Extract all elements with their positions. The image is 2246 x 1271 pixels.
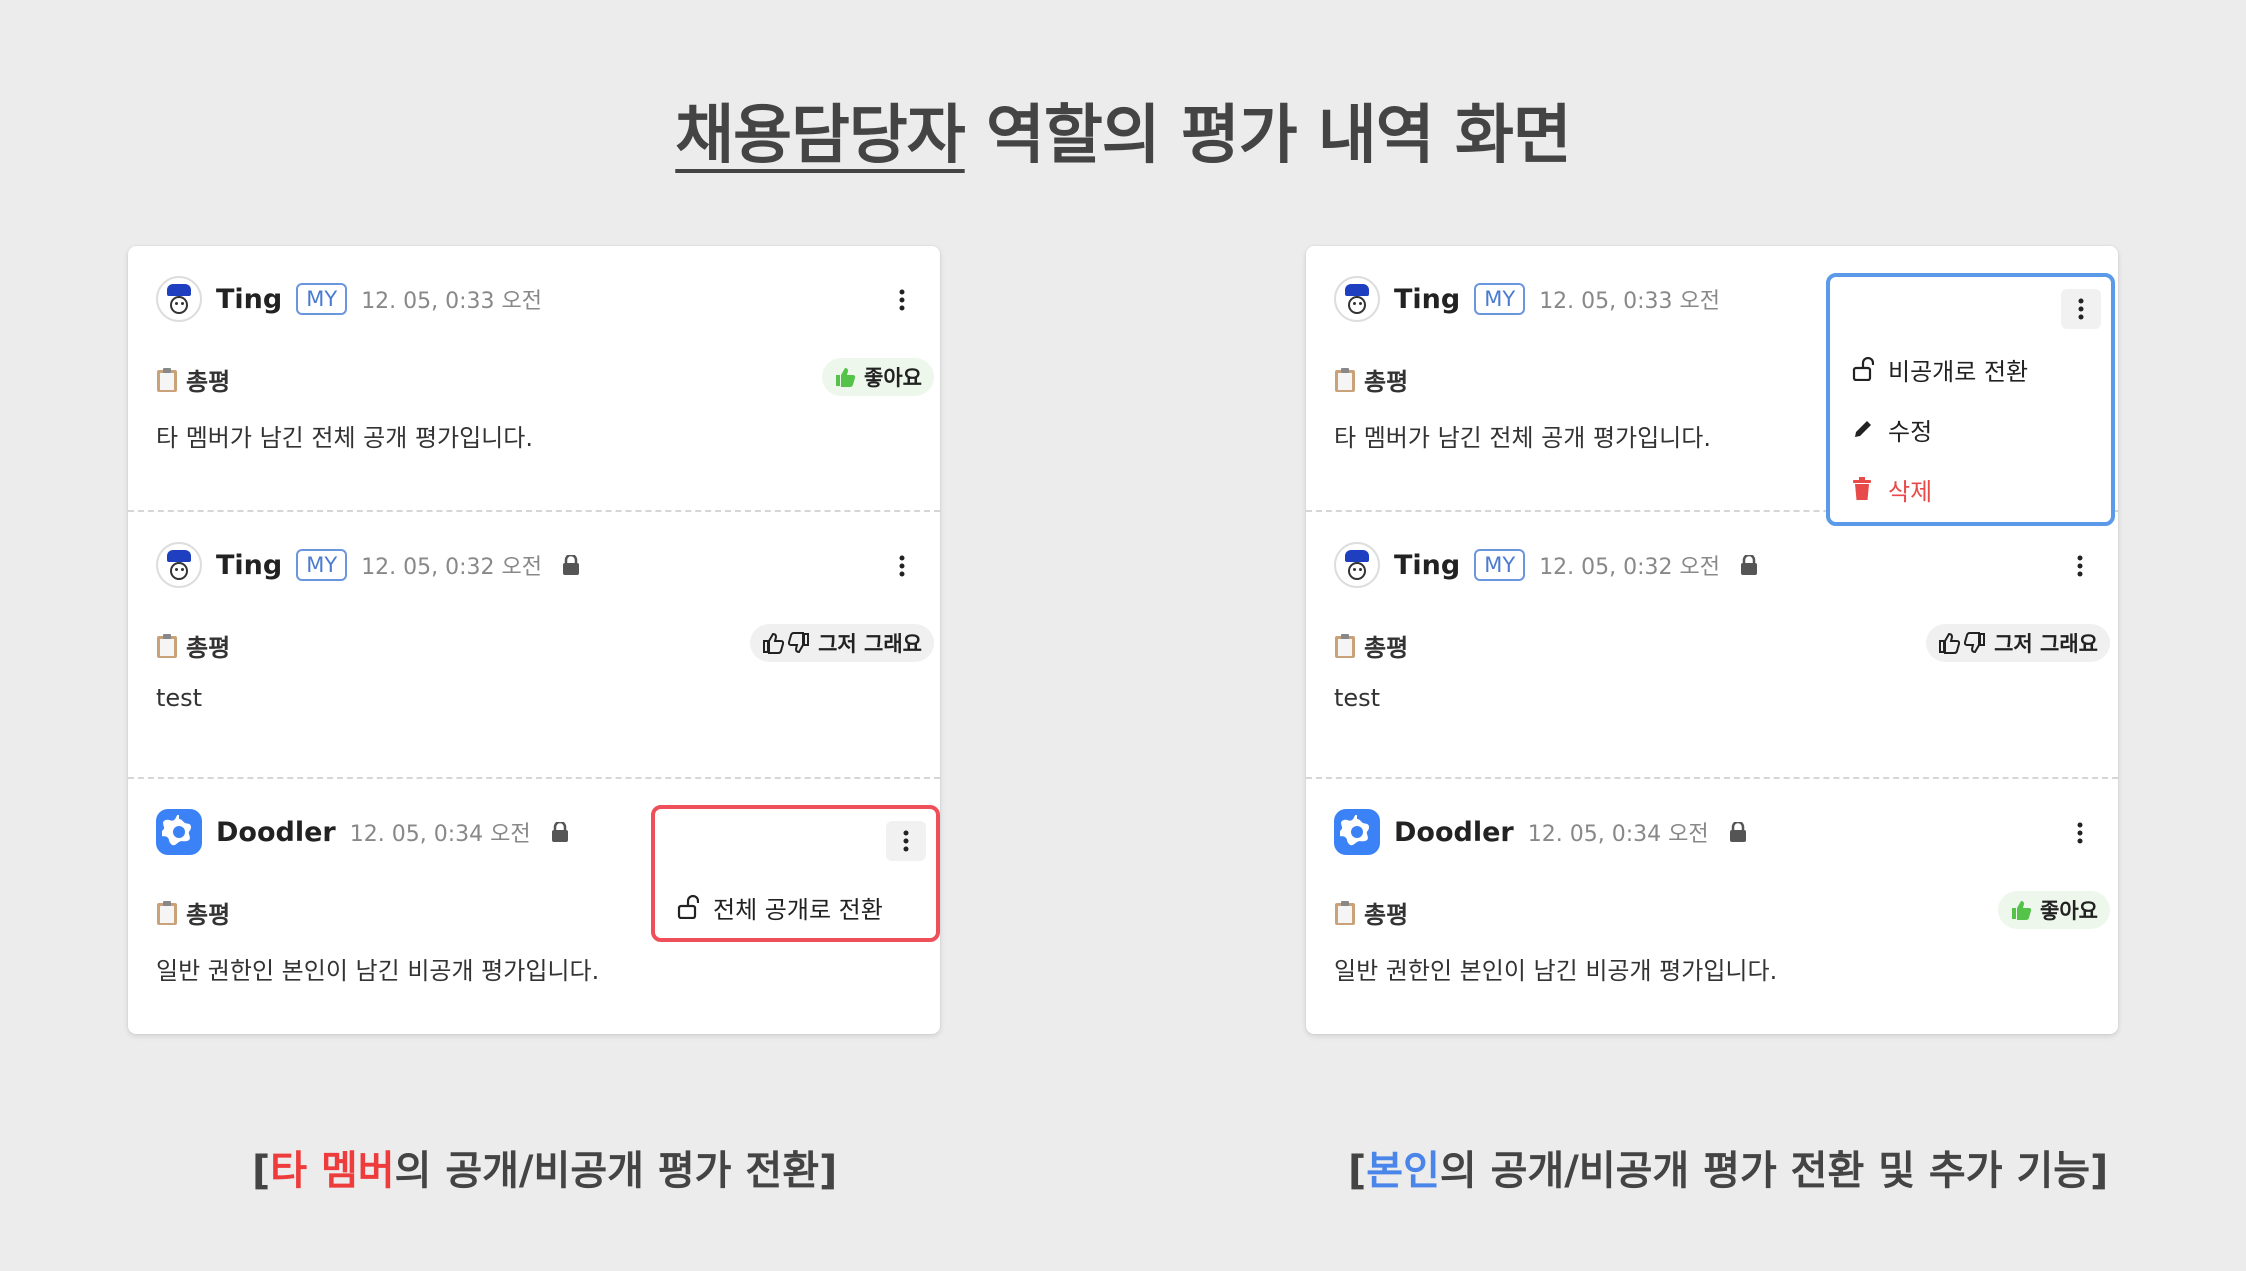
rating-pill: 좋아요: [822, 358, 934, 396]
menu-item-label: 비공개로 전환: [1888, 357, 2029, 386]
my-badge: MY: [296, 283, 348, 315]
evaluation-text: test: [156, 684, 203, 712]
timestamp: 12. 05, 0:33 오전: [1539, 289, 1721, 314]
evaluation-card: Ting MY 12. 05, 0:32 오전 총평 그저 그래요 test: [1306, 512, 2118, 778]
my-badge: MY: [1474, 549, 1526, 581]
trash-icon: [1852, 477, 1882, 501]
kebab-icon: [899, 289, 905, 311]
more-options-button[interactable]: [882, 280, 922, 320]
page-title: 채용담당자 역할의 평가 내역 화면: [0, 84, 2246, 176]
section-label: 총평: [1364, 634, 1409, 662]
rating-pill: 좋아요: [1998, 891, 2110, 929]
thumbs-up-icon: [763, 632, 785, 654]
avatar: [1334, 809, 1380, 855]
menu-item-make-private[interactable]: 비공개로 전환: [1830, 339, 2111, 399]
evaluation-card: Ting MY 12. 05, 0:33 오전 총평 좋아요 타 멤버가 남긴 …: [128, 246, 940, 512]
thumbs-up-icon: [2012, 901, 2032, 920]
section-label: 총평: [1364, 368, 1409, 396]
rating-label: 그저 그래요: [818, 632, 922, 656]
caption-text: 의 공개/비공개 평가 전환 및 추가 기능]: [1439, 1148, 2109, 1194]
clipboard-icon: [156, 900, 178, 926]
more-options-button[interactable]: [2061, 289, 2101, 329]
page-title-underlined: 채용담당자: [675, 99, 965, 173]
more-options-button[interactable]: [882, 546, 922, 586]
kebab-icon: [903, 830, 909, 852]
left-caption: [타 멤버의 공개/비공개 평가 전환]: [252, 1138, 837, 1196]
thumbs-down-icon: [1964, 632, 1986, 654]
author-name: Doodler: [1394, 816, 1514, 848]
author-name: Ting: [1394, 549, 1461, 581]
clipboard-icon: [1334, 900, 1356, 926]
more-options-button[interactable]: [2060, 546, 2100, 586]
rating-pill: 그저 그래요: [1926, 624, 2110, 662]
author-name: Ting: [216, 549, 283, 581]
author-name: Doodler: [216, 816, 336, 848]
kebab-icon: [2077, 822, 2083, 844]
my-badge: MY: [1474, 283, 1526, 315]
right-caption: [본인의 공개/비공개 평가 전환 및 추가 기능]: [1348, 1138, 2108, 1196]
my-badge: MY: [296, 549, 348, 581]
unlock-icon: [1852, 357, 1882, 381]
kebab-icon: [2078, 298, 2084, 320]
caption-highlight: 타 멤버: [270, 1148, 395, 1194]
options-dropdown: 비공개로 전환 수정 삭제: [1826, 273, 2115, 526]
page-title-rest: 역할의 평가 내역 화면: [964, 99, 1572, 173]
evaluation-text: 일반 권한인 본인이 남긴 비공개 평가입니다.: [156, 957, 600, 985]
thumbs-up-icon: [836, 368, 856, 387]
section-label: 총평: [186, 901, 231, 929]
menu-item-edit[interactable]: 수정: [1830, 399, 2111, 459]
rating-label: 좋아요: [2040, 899, 2098, 923]
unlock-icon: [677, 895, 707, 919]
avatar: [1334, 276, 1380, 322]
lock-icon: [1729, 822, 1747, 842]
pencil-icon: [1852, 418, 1882, 440]
timestamp: 12. 05, 0:34 오전: [349, 822, 531, 847]
menu-item-make-public[interactable]: 전체 공개로 전환: [655, 877, 936, 937]
evaluation-card: Ting MY 12. 05, 0:32 오전 총평 그저 그래요 test: [128, 512, 940, 778]
clipboard-icon: [1334, 367, 1356, 393]
section-label: 총평: [1364, 901, 1409, 929]
lock-icon: [562, 555, 580, 575]
evaluation-card: Doodler 12. 05, 0:34 오전 총평 좋아요 일반 권한인 본인…: [1306, 779, 2118, 1045]
caption-highlight: 본인: [1366, 1148, 1440, 1194]
timestamp: 12. 05, 0:32 오전: [361, 555, 543, 580]
author-name: Ting: [216, 283, 283, 315]
timestamp: 12. 05, 0:33 오전: [361, 289, 543, 314]
evaluation-text: 타 멤버가 남긴 전체 공개 평가입니다.: [156, 424, 533, 452]
clipboard-icon: [1334, 633, 1356, 659]
evaluation-text: test: [1334, 684, 1381, 712]
menu-item-label: 전체 공개로 전환: [713, 895, 883, 924]
menu-item-label: 수정: [1888, 417, 1933, 446]
rating-label: 좋아요: [864, 366, 922, 390]
avatar: [156, 809, 202, 855]
caption-bracket: [: [252, 1148, 271, 1194]
timestamp: 12. 05, 0:32 오전: [1539, 555, 1721, 580]
menu-item-delete[interactable]: 삭제: [1830, 459, 2111, 519]
clipboard-icon: [156, 633, 178, 659]
lock-icon: [1740, 555, 1758, 575]
evaluation-text: 일반 권한인 본인이 남긴 비공개 평가입니다.: [1334, 957, 1778, 985]
thumbs-down-icon: [788, 632, 810, 654]
kebab-icon: [2077, 555, 2083, 577]
more-options-button[interactable]: [886, 821, 926, 861]
caption-bracket: [: [1348, 1148, 1367, 1194]
rating-label: 그저 그래요: [1994, 632, 2098, 656]
caption-text: 의 공개/비공개 평가 전환]: [394, 1148, 838, 1194]
thumbs-up-icon: [1939, 632, 1961, 654]
avatar: [156, 542, 202, 588]
avatar: [1334, 542, 1380, 588]
section-label: 총평: [186, 634, 231, 662]
kebab-icon: [899, 555, 905, 577]
more-options-button[interactable]: [2060, 813, 2100, 853]
timestamp: 12. 05, 0:34 오전: [1527, 822, 1709, 847]
evaluation-text: 타 멤버가 남긴 전체 공개 평가입니다.: [1334, 424, 1711, 452]
options-dropdown: 전체 공개로 전환: [651, 805, 940, 942]
menu-item-label: 삭제: [1888, 477, 1933, 506]
avatar: [156, 276, 202, 322]
rating-pill: 그저 그래요: [750, 624, 934, 662]
lock-icon: [551, 822, 569, 842]
author-name: Ting: [1394, 283, 1461, 315]
clipboard-icon: [156, 367, 178, 393]
section-label: 총평: [186, 368, 231, 396]
